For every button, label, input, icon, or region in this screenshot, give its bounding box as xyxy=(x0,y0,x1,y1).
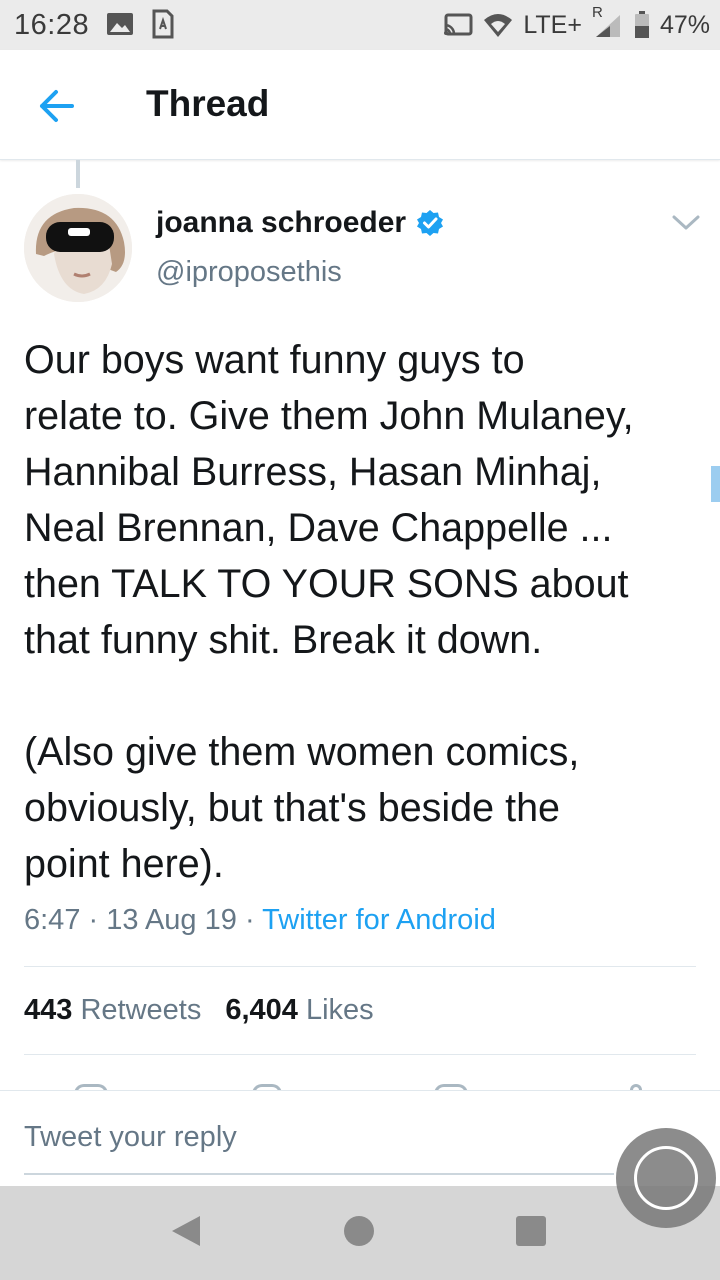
tweet-text: Our boys want funny guys to relate to. G… xyxy=(24,338,634,886)
battery-icon xyxy=(634,11,649,38)
divider xyxy=(24,1054,696,1055)
verified-badge-icon xyxy=(417,210,444,236)
tweet-meta: 6:47 · 13 Aug 19 · Twitter for Android xyxy=(24,904,496,937)
app-bar: Thread xyxy=(0,50,720,160)
author-name[interactable]: joanna schroeder xyxy=(156,206,406,240)
cast-icon xyxy=(444,13,473,36)
scroll-indicator xyxy=(711,466,720,502)
avatar[interactable] xyxy=(24,194,132,302)
arrow-left-icon[interactable] xyxy=(36,86,76,126)
meta-separator: · xyxy=(88,904,99,936)
sim-card-icon xyxy=(152,9,174,39)
reply-bar: Tweet your reply xyxy=(0,1090,720,1186)
status-time: 16:28 xyxy=(14,9,90,41)
retweets-label: Retweets xyxy=(80,994,202,1026)
retweets-stat[interactable]: 443 Retweets xyxy=(24,994,201,1027)
network-type: LTE+ xyxy=(523,10,582,39)
tweet-date: 13 Aug 19 xyxy=(106,904,237,936)
assistive-touch-button[interactable] xyxy=(616,1128,716,1228)
retweets-count: 443 xyxy=(24,994,73,1026)
reply-input[interactable]: Tweet your reply xyxy=(24,1121,237,1154)
battery-level: 47% xyxy=(659,10,710,39)
reply-input-underline xyxy=(24,1173,614,1175)
tweet-source-link[interactable]: Twitter for Android xyxy=(262,904,496,936)
tweet-time: 6:47 xyxy=(24,904,81,936)
signal-icon xyxy=(595,15,620,37)
status-bar: 16:28 LTE+ R 47% xyxy=(0,0,720,50)
wifi-icon xyxy=(484,14,513,37)
tweet-stats: 443 Retweets 6,404 Likes xyxy=(24,994,374,1027)
avatar-image xyxy=(24,194,132,302)
likes-stat[interactable]: 6,404 Likes xyxy=(225,994,373,1027)
image-icon xyxy=(107,13,133,35)
author-row[interactable]: joanna schroeder xyxy=(156,206,444,240)
back-triangle-icon[interactable] xyxy=(170,1214,202,1248)
navigation-bar xyxy=(0,1186,720,1280)
meta-separator: · xyxy=(244,904,255,936)
recents-square-icon[interactable] xyxy=(516,1216,546,1246)
likes-count: 6,404 xyxy=(225,994,298,1026)
thread-connector xyxy=(76,160,80,188)
author-handle[interactable]: @iproposethis xyxy=(156,256,342,289)
page-title: Thread xyxy=(146,83,270,124)
likes-label: Likes xyxy=(305,994,374,1026)
divider xyxy=(24,966,696,967)
chevron-down-icon[interactable] xyxy=(670,210,702,234)
home-circle-icon[interactable] xyxy=(344,1216,374,1246)
